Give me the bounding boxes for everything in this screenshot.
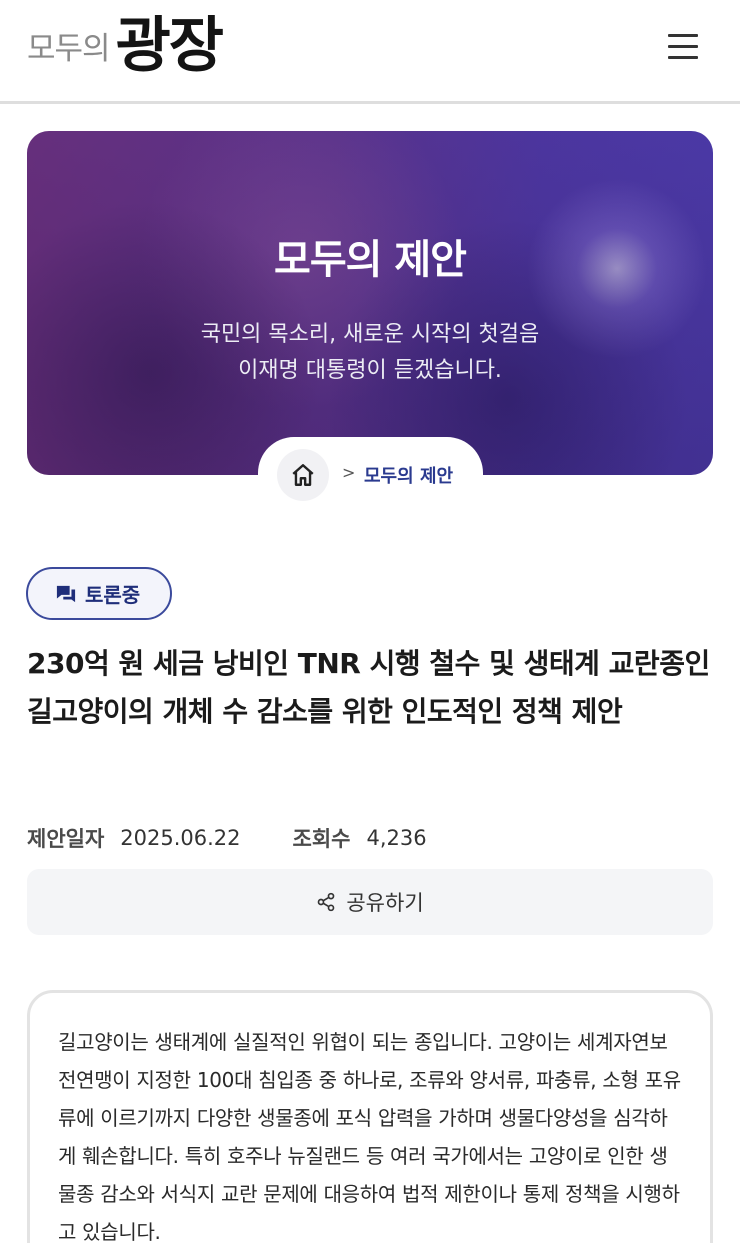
views-label: 조회수 (292, 827, 351, 851)
hero-subtitle-line-1: 국민의 목소리, 새로운 시작의 첫걸음 (200, 322, 540, 347)
site-header: 모두의 광장 (0, 0, 740, 104)
hero-subtitle: 국민의 목소리, 새로운 시작의 첫걸음 이재명 대통령이 듣겠습니다. (27, 317, 713, 389)
logo-small-text: 모두의 (27, 31, 111, 67)
views-value: 4,236 (366, 826, 427, 850)
share-button[interactable]: 공유하기 (27, 869, 713, 935)
proposal-body-text: 길고양이는 생태계에 실질적인 위협이 되는 종입니다. 고양이는 세계자연보전… (58, 1030, 681, 1243)
breadcrumb-current[interactable]: 모두의 제안 (364, 462, 453, 488)
date-value: 2025.06.22 (120, 826, 241, 850)
proposal-title: 230억 원 세금 낭비인 TNR 시행 철수 및 생태계 교란종인 길고양이의… (27, 647, 710, 728)
status-badge: 토론중 (26, 567, 172, 620)
share-icon (318, 892, 335, 912)
home-button[interactable] (277, 449, 329, 501)
menu-button[interactable] (668, 34, 700, 64)
hero-title: 모두의 제안 (274, 237, 467, 283)
site-logo[interactable]: 모두의 광장 (27, 11, 224, 81)
breadcrumb: > 모두의 제안 (258, 437, 483, 507)
hamburger-icon (668, 34, 698, 37)
proposal-meta: 제안일자 2025.06.22 조회수 4,236 (27, 823, 427, 853)
logo-big-text: 광장 (115, 11, 224, 81)
proposal-body-card: 길고양이는 생태계에 실질적인 위협이 되는 종입니다. 고양이는 세계자연보전… (27, 990, 713, 1243)
breadcrumb-separator: > (342, 463, 356, 482)
status-label: 토론중 (85, 583, 141, 607)
share-label: 공유하기 (346, 891, 424, 915)
home-icon (292, 464, 314, 486)
hero-subtitle-line-2: 이재명 대통령이 듣겠습니다. (238, 358, 502, 383)
hero-banner: 모두의 제안 국민의 목소리, 새로운 시작의 첫걸음 이재명 대통령이 듣겠습… (27, 131, 713, 475)
date-label: 제안일자 (27, 827, 105, 851)
hero-photo-overlay (27, 131, 713, 475)
chat-icon (56, 585, 76, 602)
